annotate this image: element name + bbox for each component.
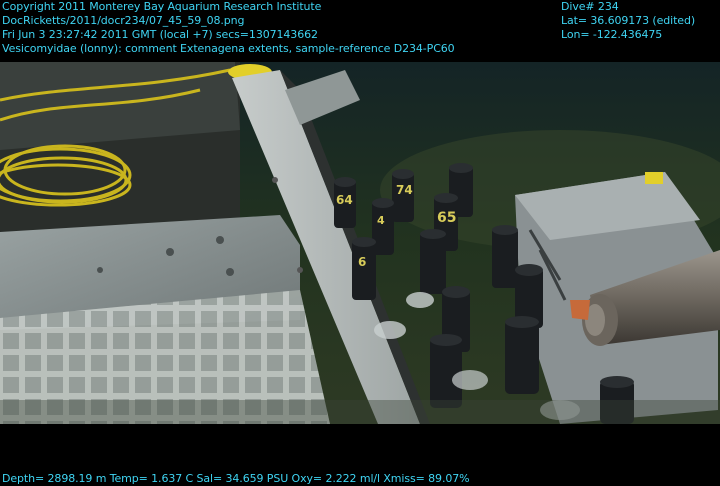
tube-label: 4 bbox=[377, 214, 385, 227]
longitude: Lon= -122.436475 bbox=[561, 28, 663, 41]
tube-label: 6 bbox=[358, 255, 366, 269]
overlay-top-right: Dive# 234 Lat= 36.609173 (edited) Lon= -… bbox=[561, 0, 695, 42]
timestamp-line: Fri Jun 3 23:27:42 2011 GMT (local +7) s… bbox=[2, 28, 318, 41]
overlay-top-left: Copyright 2011 Monterey Bay Aquarium Res… bbox=[2, 0, 455, 56]
tube-label: 74 bbox=[396, 183, 413, 197]
copyright-line: Copyright 2011 Monterey Bay Aquarium Res… bbox=[2, 0, 322, 13]
video-frame: 64 74 4 65 6 Copyright 2011 Monterey Bay… bbox=[0, 0, 720, 486]
yellow-tag bbox=[645, 172, 663, 184]
dive-number: Dive# 234 bbox=[561, 0, 619, 13]
annotation-line: Vesicomyidae (lonny): comment Extenagena… bbox=[2, 42, 455, 55]
seafloor-scene: 64 74 4 65 6 bbox=[0, 62, 720, 424]
sensor-readout: Depth= 2898.19 m Temp= 1.637 C Sal= 34.6… bbox=[2, 472, 470, 485]
tube-label: 64 bbox=[336, 193, 353, 207]
tube-label: 65 bbox=[437, 210, 456, 226]
file-path-line: DocRicketts/2011/docr234/07_45_59_08.png bbox=[2, 14, 245, 27]
latitude: Lat= 36.609173 (edited) bbox=[561, 14, 696, 27]
